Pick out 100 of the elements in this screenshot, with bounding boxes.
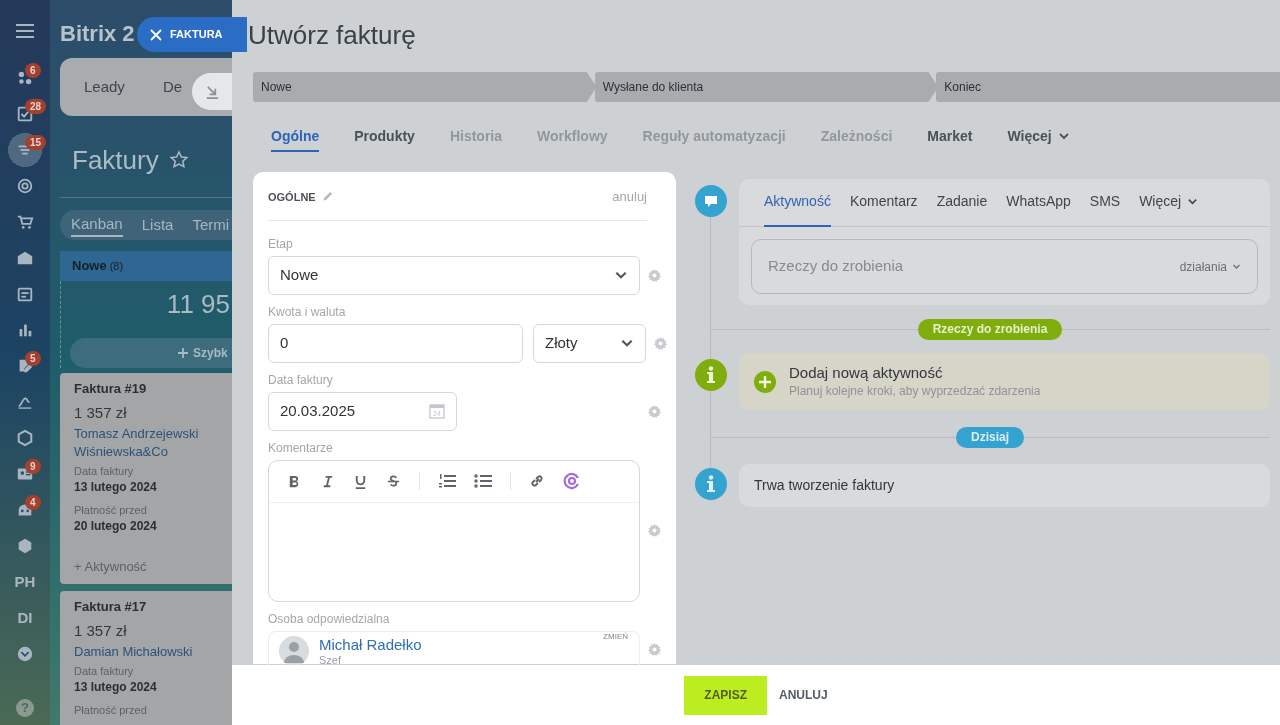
hexagon-icon [16,429,34,447]
page-title: Faktury [72,143,159,177]
today-badge: Dzisiaj [956,426,1024,448]
logo: Bitrix 2 [60,21,135,46]
numbered-list-icon[interactable] [438,473,456,489]
amount-field[interactable]: 0 [268,323,523,363]
info-icon [695,359,727,391]
chevron-circle-icon [16,645,34,663]
tab[interactable]: Market [927,122,973,152]
nav-item[interactable]: PH [0,564,50,600]
field-label: Płatność przed [74,503,148,517]
column-total: 11 95 [166,288,230,321]
timeline-tab[interactable]: WhatsApp [1006,178,1071,227]
arrow-down-right-icon [204,84,220,99]
change-link[interactable]: ZMIEŃ [603,631,628,642]
invoice-card[interactable]: Faktura #17 1 357 zł Damian Michałowski Data faktury 13 lutego 2024 Płatność przed [60,591,232,725]
tab[interactable]: Więcej [1007,122,1070,152]
house-icon [16,249,34,267]
plus-circle-icon [754,370,776,393]
close-icon [150,28,162,41]
view-tab[interactable]: Kanban [71,212,123,238]
stage-step[interactable]: Wysłane do klienta [594,72,939,102]
currency-select[interactable]: Złoty [533,323,646,363]
invoice-card[interactable]: Faktura #19 1 357 zł Tomasz Andrzejewski Wiśniewska&Co Data faktury 13 lutego 2024 Płatność przed 20 lutego 2024 + Aktywność [60,373,232,584]
view-tab[interactable]: Lista [141,213,174,237]
timeline-tab[interactable]: Zadanie [936,178,988,227]
field-label: Komentarze [268,439,334,456]
column-count: (8) [109,258,124,274]
field-label: Kwota i waluta [268,303,347,320]
person-role: Szef [319,653,342,666]
cart-icon [16,213,34,231]
notification-badge: 28 [25,99,47,114]
field-label: Osoba odpowiedzialna [268,610,391,627]
save-button[interactable]: ZAPISZ [684,675,767,715]
underline-icon[interactable] [353,473,368,489]
star-icon[interactable] [168,150,189,170]
nav-item[interactable]: DI [0,600,50,636]
stage-step[interactable]: Koniec [936,72,1280,102]
bullet-list-icon[interactable] [474,473,492,489]
card-amount: 1 357 zł [74,622,128,640]
crm-tab[interactable]: Leady [84,75,125,99]
card-link[interactable]: Tomasz Andrzejewski [74,425,232,443]
field-label: Data faktury [74,664,135,678]
nav-item[interactable]: 28 [0,96,50,132]
timeline-tab[interactable]: Komentarz [849,178,918,227]
slider-title: Utwórz fakturę [248,18,416,52]
stage-select[interactable]: Nowe [268,255,640,295]
nav-item[interactable]: 4 [0,492,50,528]
notification-badge: 5 [25,351,41,366]
chat-bubble-icon [695,185,727,217]
menu-icon[interactable] [16,24,34,38]
card-amount: 1 357 zł [74,404,128,422]
field-label: Data faktury [268,371,334,388]
link-icon[interactable] [529,473,545,489]
copilot-icon[interactable] [563,472,581,490]
avatar-icon [279,635,309,666]
column-title: Nowe [72,257,107,276]
tab[interactable]: Ogólne [271,122,320,152]
close-slider-button[interactable]: FAKTURA [137,17,247,52]
card-link[interactable]: Wiśniewska&Co [74,443,232,461]
field-label: Płatność przed [74,703,148,717]
field-value: 13 lutego 2024 [74,479,158,495]
card-link[interactable]: Damian Michałowski [74,643,232,661]
notification-badge: 9 [25,459,41,474]
field-value: 20 lutego 2024 [74,518,158,534]
event-text: Trwa tworzenie faktury [754,476,895,495]
tab[interactable]: Produkty [354,122,415,152]
todo-input[interactable]: Rzeczy do zrobienia działania [751,239,1258,294]
target-icon [16,177,34,195]
notification-badge: 15 [25,135,47,150]
cancel-button[interactable]: ANULUJ [779,675,828,715]
timeline-tab[interactable]: SMS [1089,178,1121,227]
stage-step[interactable]: Nowe [253,72,597,102]
chevron-down-icon [1057,130,1070,142]
cancel-link[interactable]: anuluj [612,187,647,207]
calendar-list-icon [16,285,34,303]
timeline-tab[interactable]: Więcej [1139,178,1199,227]
timeline-tab[interactable]: Aktywność [764,178,831,227]
card-title: Faktura #19 [74,381,148,397]
strikethrough-icon[interactable] [386,473,401,489]
chevron-down-icon [1187,196,1199,207]
nav-item[interactable]: 6 [0,60,50,96]
todo-badge: Rzeczy do zrobienia [917,318,1063,340]
field-label: Etap [268,235,294,252]
add-activity-card[interactable]: Dodaj nową aktywność Planuj kolejne kroki, aby wyprzedzać zdarzenia [739,353,1270,410]
quick-add-button[interactable]: Szybk [70,338,232,368]
field-label: Data faktury [74,464,135,478]
view-tab[interactable]: Termi [192,213,230,237]
person-name[interactable]: Michał Radełko [319,635,422,654]
notification-badge: 4 [25,495,41,510]
add-activity-link[interactable]: + Aktywność [74,558,232,576]
field-value: 13 lutego 2024 [74,679,158,695]
crm-tab[interactable]: De [162,75,183,99]
card-title: Faktura #17 [74,599,148,615]
nav-item[interactable]: 5 [0,348,50,384]
add-activity-title: Dodaj nową aktywność [789,362,944,382]
section-title: OGÓLNE [268,189,316,205]
minimize-button[interactable] [192,73,232,110]
add-activity-subtitle: Planuj kolejne kroki, aby wyprzedzać zdarzenia [789,382,1041,400]
nav-item[interactable]: 9 [0,456,50,492]
